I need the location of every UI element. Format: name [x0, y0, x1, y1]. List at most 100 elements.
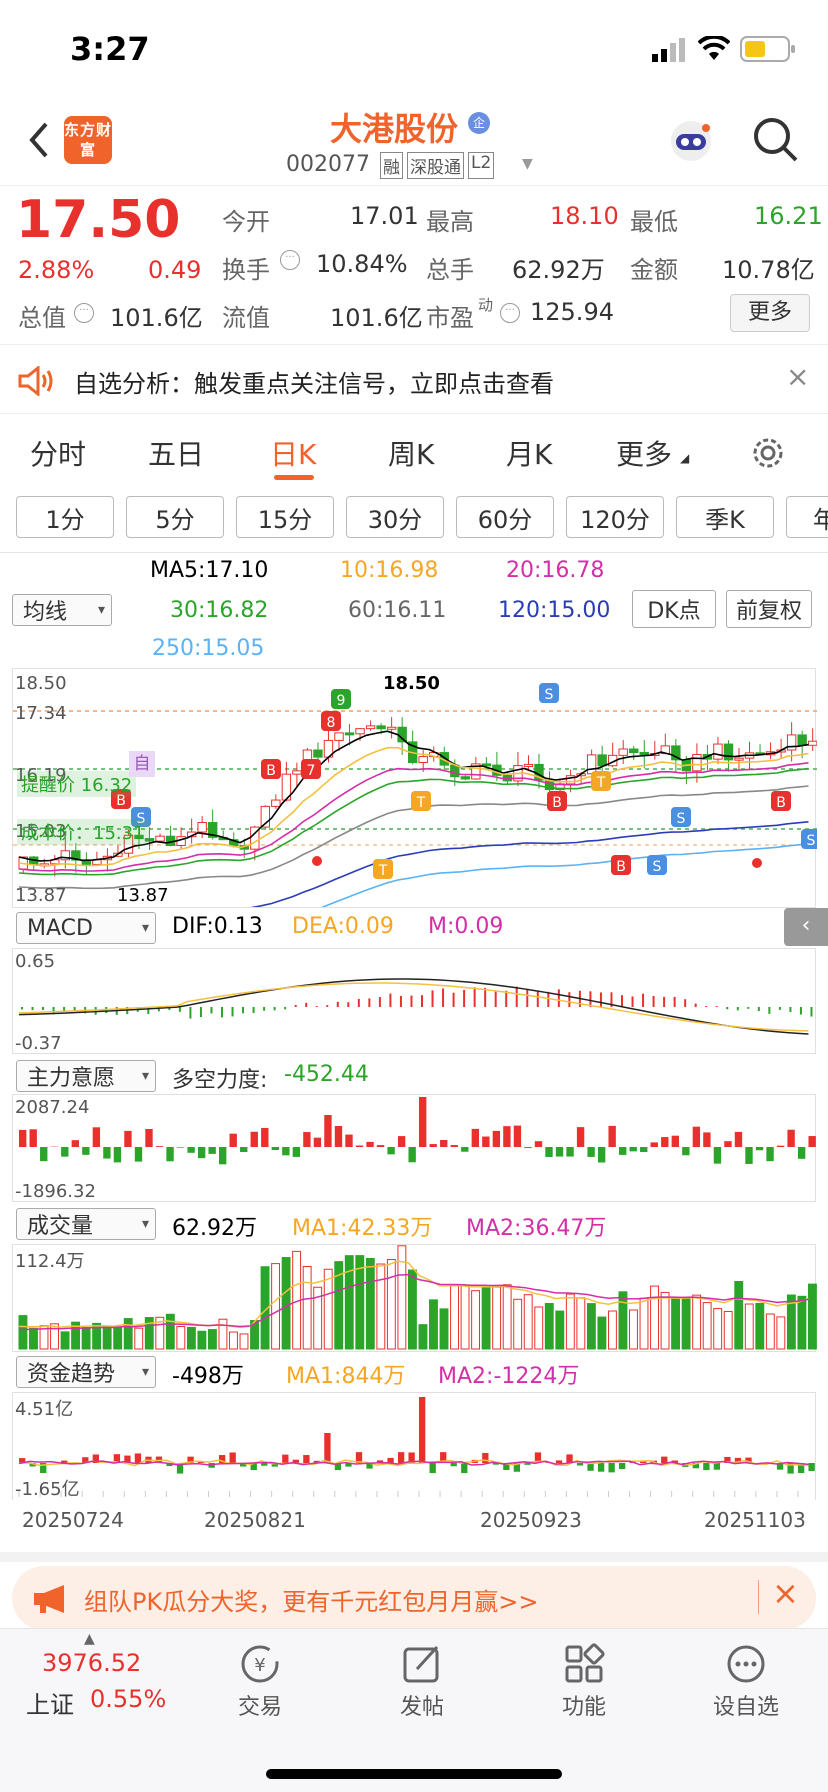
main-force-bar — [545, 1147, 553, 1157]
info-icon[interactable]: ··· — [500, 303, 520, 323]
fund-trend-bar — [397, 1452, 405, 1463]
macd-chart: 0.65 -0.37 — [12, 948, 816, 1054]
signal-marker-label: S — [545, 687, 554, 703]
kline-chart[interactable]: BSB7S89TTBTSBSBS 18.50 17.34 16.19 15.03… — [12, 668, 821, 939]
subtab-5min[interactable]: 5分 — [126, 496, 224, 538]
kline-candle — [734, 757, 744, 761]
tab-daily-k[interactable]: 日K — [270, 433, 316, 473]
kline-candle — [797, 734, 807, 746]
info-icon[interactable]: ··· — [280, 250, 300, 270]
tab-more[interactable]: 更多 — [616, 433, 672, 473]
fund-trend-bar — [576, 1463, 584, 1466]
main-force-bar — [145, 1128, 153, 1147]
subtab-quarter-k[interactable]: 季K — [676, 496, 774, 538]
edit-post-icon — [403, 1645, 439, 1683]
cost-price-label[interactable]: 成本价：15.31 — [17, 819, 149, 845]
subtab-year-k[interactable]: 年 — [786, 496, 828, 538]
stock-name[interactable]: 大港股份 — [330, 104, 458, 150]
remind-price-label[interactable]: 提醒价 16.32 — [17, 771, 137, 797]
search-icon[interactable] — [752, 116, 800, 164]
collapse-panel-icon[interactable]: ‹ — [784, 908, 828, 946]
status-bar: 3:27 — [0, 0, 828, 100]
macd-selector[interactable]: MACD — [16, 912, 156, 944]
tab-weekly-k[interactable]: 周K — [388, 433, 434, 473]
close-icon[interactable]: × — [772, 1574, 799, 1612]
index-name[interactable]: 上证 — [26, 1685, 74, 1720]
signal-marker-label: T — [596, 775, 606, 791]
self-select-marker[interactable]: 自 — [129, 751, 155, 777]
divider — [758, 1580, 759, 1614]
info-icon[interactable]: ··· — [74, 303, 94, 323]
subtab-1min[interactable]: 1分 — [16, 496, 114, 538]
subtab-15min[interactable]: 15分 — [236, 496, 334, 538]
volume-bar — [797, 1295, 807, 1350]
close-icon[interactable]: × — [786, 360, 809, 393]
kline-candle — [155, 835, 165, 842]
fund-trend-bar — [303, 1455, 310, 1463]
change-percent: 2.88% — [18, 256, 95, 284]
volume-bar — [460, 1285, 470, 1350]
signal-marker-label: T — [378, 863, 388, 879]
subtab-30min[interactable]: 30分 — [346, 496, 444, 538]
ma-selector[interactable]: 均线 — [12, 594, 112, 626]
main-force-bar — [650, 1142, 658, 1147]
fund-trend-bar — [324, 1433, 331, 1463]
chevron-down-icon[interactable]: ▼ — [522, 156, 533, 172]
main-force-bar — [334, 1126, 343, 1147]
amount-value: 10.78亿 — [722, 256, 815, 284]
tab-intraday[interactable]: 分时 — [30, 433, 86, 473]
main-force-bar — [82, 1147, 90, 1155]
fund-trend-bar — [482, 1452, 489, 1463]
kline-candle — [355, 728, 365, 735]
volume-bar — [807, 1283, 817, 1350]
index-percent[interactable]: 0.55% — [90, 1685, 166, 1713]
volume-bar — [702, 1302, 712, 1350]
volume-bar — [681, 1298, 691, 1350]
divider — [0, 552, 828, 553]
settings-gear-icon[interactable] — [750, 435, 786, 471]
main-force-selector[interactable]: 主力意愿 — [16, 1060, 156, 1092]
volume-bar — [186, 1326, 196, 1350]
main-force-bar — [513, 1125, 522, 1147]
back-icon[interactable] — [26, 120, 50, 160]
subtab-60min[interactable]: 60分 — [456, 496, 554, 538]
index-value[interactable]: 3976.52 — [42, 1649, 141, 1677]
function-button[interactable]: 功能 — [556, 1643, 612, 1721]
tab-five-day[interactable]: 五日 — [148, 433, 204, 473]
fund-trend-selector[interactable]: 资金趋势 — [16, 1356, 156, 1388]
main-force-min: -1896.32 — [15, 1181, 96, 1202]
adjustment-button[interactable]: 前复权 — [726, 590, 812, 628]
main-force-bar — [113, 1147, 122, 1163]
pe-sup: 动 — [478, 296, 494, 314]
market-cap: 101.6亿 — [110, 304, 203, 332]
volume-selector[interactable]: 成交量 — [16, 1208, 156, 1240]
subtab-120min[interactable]: 120分 — [566, 496, 664, 538]
dk-point-button[interactable]: DK点 — [632, 590, 716, 628]
trade-button[interactable]: ¥ 交易 — [232, 1643, 288, 1721]
volume-bar — [355, 1255, 365, 1350]
more-button[interactable]: 更多 — [730, 294, 810, 332]
main-force-bar — [566, 1147, 574, 1157]
robot-assistant-icon[interactable] — [666, 116, 716, 166]
open-label: 今开 — [222, 208, 270, 236]
tab-monthly-k[interactable]: 月K — [506, 433, 552, 473]
kline-candle — [313, 749, 323, 758]
main-force-bar — [292, 1147, 301, 1157]
volume-bar — [450, 1284, 459, 1350]
main-force-bar — [661, 1137, 669, 1147]
main-force-bar — [324, 1115, 332, 1147]
volume-bar — [123, 1318, 133, 1350]
main-force-bar — [208, 1147, 216, 1154]
main-force-bar — [134, 1147, 143, 1162]
kline-candle — [334, 732, 344, 741]
add-watchlist-button[interactable]: 设自选 — [706, 1643, 786, 1721]
ma20-value: 20:16.78 — [506, 558, 605, 583]
post-button[interactable]: 发帖 — [394, 1643, 450, 1721]
volume-bar — [197, 1330, 207, 1350]
grid-function-icon — [565, 1643, 605, 1683]
main-force-bar — [61, 1147, 69, 1157]
kline-candle — [292, 770, 302, 775]
analysis-notice[interactable]: 自选分析：触发重点关注信号，立即点击查看 × — [0, 346, 828, 414]
promo-banner[interactable]: 组队PK瓜分大奖，更有千元红包月月赢>> × — [12, 1566, 816, 1630]
volume-bar — [471, 1290, 481, 1350]
